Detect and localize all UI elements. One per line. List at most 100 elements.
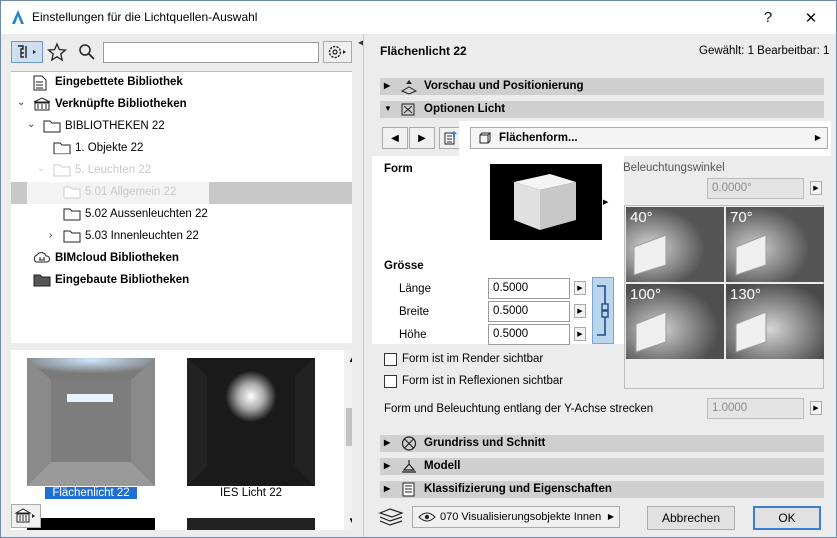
- cancel-button[interactable]: Abbrechen: [647, 506, 735, 530]
- help-button[interactable]: ?: [748, 1, 788, 34]
- tree-item-innenleuchten[interactable]: › 5.03 Innenleuchten 22: [11, 226, 352, 248]
- light-options-icon: [401, 103, 415, 116]
- prev-page-button[interactable]: ◀: [382, 127, 408, 149]
- thumbnail-grid: Flächenlicht 22 IES Licht 22 ▲ ▼: [11, 350, 352, 530]
- library-tree-icon: [18, 45, 36, 58]
- chevron-right-icon[interactable]: ›: [49, 230, 52, 241]
- stretch-arrow-button[interactable]: ▶: [810, 401, 822, 415]
- library-pane: Eingebettete Bibliothek ⌄ Verknüpfte Bib…: [1, 34, 363, 537]
- favorites-star-icon[interactable]: [46, 42, 68, 62]
- thumbnail-partial[interactable]: [187, 518, 315, 530]
- folder-icon: [63, 230, 81, 243]
- angle-preview-100[interactable]: 100°: [626, 284, 724, 359]
- laenge-label: Länge: [399, 283, 431, 295]
- thumbnail-flaechenlicht[interactable]: [27, 358, 155, 486]
- folder-icon: [53, 164, 71, 177]
- hoehe-label: Höhe: [399, 329, 427, 341]
- stretch-label: Form und Beleuchtung entlang der Y-Achse…: [384, 403, 654, 415]
- breite-arrow-button[interactable]: ▶: [574, 304, 586, 318]
- bimcloud-icon: [33, 252, 51, 263]
- chevron-down-icon[interactable]: ⌄: [37, 163, 45, 174]
- arrow-left-icon: ◀: [391, 132, 399, 144]
- hoehe-input[interactable]: 0.5000: [488, 324, 570, 345]
- ok-button[interactable]: OK: [753, 506, 821, 530]
- app-icon: [12, 10, 24, 24]
- thumbnail-ies-licht[interactable]: [187, 358, 315, 486]
- beleuchtungswinkel-input[interactable]: 0.0000°: [707, 178, 804, 199]
- beleuchtungswinkel-label: Beleuchtungswinkel: [623, 162, 725, 174]
- section-optionen-licht[interactable]: ▼ Optionen Licht: [380, 101, 824, 118]
- folder-icon: [63, 208, 81, 221]
- section-grundriss[interactable]: ▶ Grundriss und Schnitt: [380, 435, 824, 452]
- shape-icon: [479, 132, 492, 144]
- angle-preview-130[interactable]: 130°: [726, 284, 824, 359]
- stretch-input[interactable]: 1.0000: [707, 398, 804, 419]
- tree-item-objekte[interactable]: 1. Objekte 22: [11, 138, 352, 160]
- folder-icon: [63, 186, 81, 199]
- title-bar: Einstellungen für die Lichtquellen-Auswa…: [1, 1, 836, 34]
- form-preview[interactable]: [490, 164, 602, 240]
- search-input[interactable]: [103, 42, 319, 63]
- chevron-down-icon[interactable]: ⌄: [27, 119, 35, 130]
- tree-item-linked[interactable]: ⌄ Verknüpfte Bibliotheken: [11, 94, 352, 116]
- angle-preview-70[interactable]: 70°: [726, 207, 824, 282]
- section-klassifizierung[interactable]: ▶ Klassifizierung und Eigenschaften: [380, 481, 824, 498]
- page-dropdown[interactable]: Flächenform... ▶: [470, 127, 828, 149]
- arrow-right-icon: ▶: [418, 132, 426, 144]
- thumbnail-label-flaechenlicht[interactable]: Flächenlicht 22: [45, 487, 137, 499]
- scroll-up-icon[interactable]: ▲: [348, 355, 352, 364]
- angle-preview-grid: 40° 70° 100° 130°: [624, 205, 824, 389]
- chevron-right-icon: ▶: [384, 81, 391, 90]
- settings-pane: Flächenlicht 22 Gewählt: 1 Bearbeitbar: …: [363, 34, 836, 537]
- chevron-down-icon[interactable]: ⌄: [17, 97, 25, 108]
- tree-item-embedded[interactable]: Eingebettete Bibliothek: [11, 72, 352, 94]
- document-icon: [33, 75, 47, 91]
- scroll-down-icon[interactable]: ▼: [348, 516, 352, 525]
- chevron-right-icon: ▶: [384, 438, 391, 447]
- groesse-label: Grösse: [384, 260, 424, 272]
- tree-item-bimcloud[interactable]: BIMcloud Bibliotheken: [11, 248, 352, 270]
- section-vorschau[interactable]: ▶ Vorschau und Positionierung: [380, 78, 824, 95]
- dialog-window: Einstellungen für die Lichtquellen-Auswa…: [0, 0, 837, 538]
- breite-label: Breite: [399, 306, 430, 318]
- search-icon[interactable]: [77, 42, 97, 62]
- reflex-visible-checkbox[interactable]: [384, 375, 397, 388]
- chevron-right-icon[interactable]: ▶: [603, 198, 608, 206]
- tree-item-bibliotheken[interactable]: ⌄ BIBLIOTHEKEN 22: [11, 116, 352, 138]
- eye-icon: [418, 512, 436, 522]
- library-settings-button[interactable]: [323, 41, 352, 63]
- thumbnail-label-ies[interactable]: IES Licht 22: [187, 487, 315, 499]
- folder-icon: [43, 120, 61, 133]
- laenge-arrow-button[interactable]: ▶: [574, 281, 586, 295]
- breite-input[interactable]: 0.5000: [488, 301, 570, 322]
- form-label: Form: [384, 163, 413, 175]
- thumbnail-partial[interactable]: [27, 518, 155, 530]
- chevron-right-icon: ▶: [607, 512, 614, 521]
- scroll-thumb[interactable]: [346, 408, 352, 446]
- render-visible-checkbox[interactable]: [384, 353, 397, 366]
- tree-item-aussenleuchten[interactable]: 5.02 Aussenleuchten 22: [11, 204, 352, 226]
- library-building-icon: [33, 97, 51, 111]
- chevron-right-icon: ▶: [384, 484, 391, 493]
- angle-preview-40[interactable]: 40°: [626, 207, 724, 282]
- layers-icon: [378, 508, 404, 526]
- next-page-button[interactable]: ▶: [409, 127, 435, 149]
- beleuchtungswinkel-arrow-button[interactable]: ▶: [810, 181, 822, 195]
- section-modell[interactable]: ▶ Modell: [380, 458, 824, 475]
- library-view-button[interactable]: [11, 41, 43, 63]
- chevron-right-icon: ▶: [814, 133, 821, 142]
- list-pages-icon: [444, 131, 457, 145]
- layer-dropdown[interactable]: 070 Visualisierungsobjekte Innen ▶: [412, 506, 620, 528]
- pane-splitter[interactable]: [11, 343, 352, 350]
- proportion-lock-button[interactable]: [592, 277, 614, 344]
- library-manager-button[interactable]: [11, 504, 41, 528]
- render-visible-label: Form ist im Render sichtbar: [402, 353, 544, 365]
- tree-item-leuchten[interactable]: ⌄ 5. Leuchten 22: [11, 160, 352, 182]
- close-button[interactable]: ✕: [791, 1, 831, 34]
- folder-filled-icon: [33, 274, 51, 287]
- laenge-input[interactable]: 0.5000: [488, 278, 570, 299]
- hoehe-arrow-button[interactable]: ▶: [574, 327, 586, 341]
- tree-item-allgemein[interactable]: 5.01 Allgemein 22: [11, 182, 352, 204]
- tree-item-builtin[interactable]: Eingebaute Bibliotheken: [11, 270, 352, 292]
- thumbnail-scrollbar[interactable]: ▲ ▼: [344, 350, 352, 530]
